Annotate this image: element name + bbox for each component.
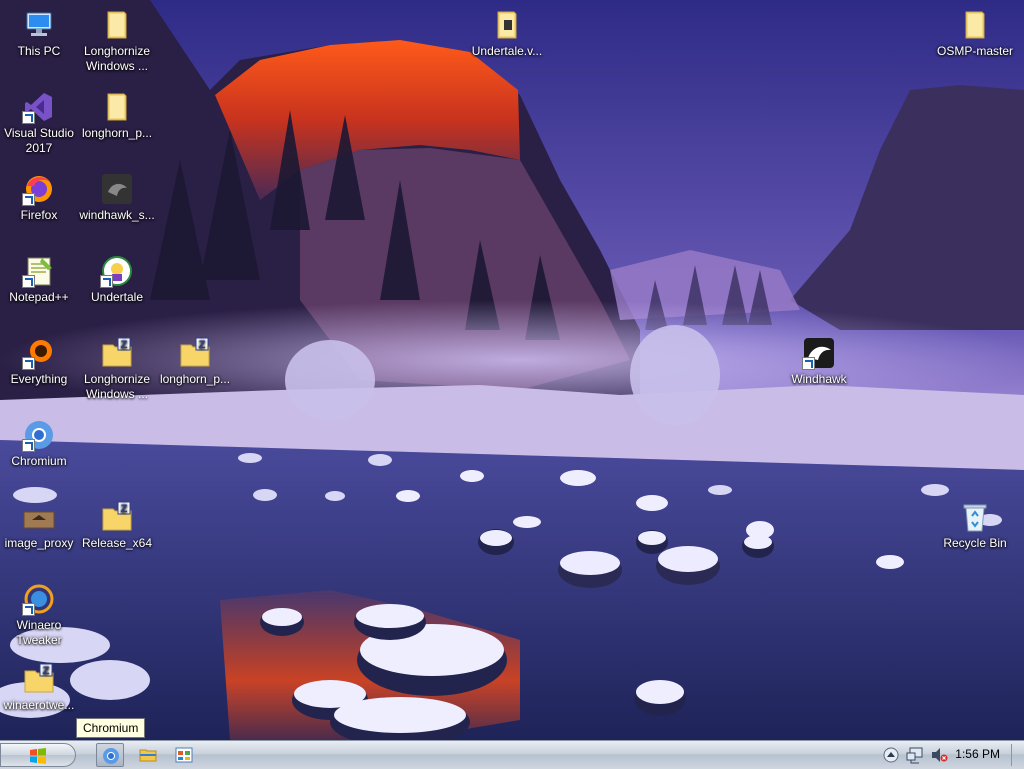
desktop-icon-image-proxy[interactable]: image_proxy — [0, 500, 78, 551]
image-file-icon — [23, 511, 55, 529]
shortcut-arrow-icon — [22, 275, 35, 288]
desktop-icon-label: This PC — [17, 44, 61, 58]
recycle-bin-icon — [963, 504, 987, 532]
desktop-icon-visual-studio[interactable]: Visual Studio 2017 — [0, 90, 78, 156]
folder-icon — [107, 11, 127, 39]
desktop-icon-chromium[interactable]: Chromium — [0, 418, 78, 469]
svg-text:Z: Z — [121, 339, 128, 351]
taskbar-button-chromium[interactable] — [96, 743, 124, 767]
control-panel-icon — [175, 747, 193, 763]
desktop-icon-label: longhorn_p... — [81, 126, 153, 140]
desktop-icon-longhornize-folder[interactable]: Longhornize Windows ... — [78, 8, 156, 74]
desktop-icon-this-pc[interactable]: This PC — [0, 8, 78, 59]
desktop-icon-winaerotweaker-zip[interactable]: Z winaerotwe... — [0, 662, 78, 713]
desktop-icon-longhorn-p-zip[interactable]: Z longhorn_p... — [156, 336, 234, 387]
desktop-icon-label: Undertale.v... — [471, 44, 543, 58]
taskbar: 1:56 PM — [0, 740, 1024, 769]
desktop-icon-longhornize-zip[interactable]: Z Longhornize Windows ... — [78, 336, 156, 402]
desktop-icon-label: Longhornize Windows ... — [83, 44, 151, 73]
folder-icon — [107, 93, 127, 121]
desktop-icon-everything[interactable]: Everything — [0, 336, 78, 387]
desktop-icon-label: Notepad++ — [9, 290, 69, 304]
image-file-icon — [102, 174, 132, 204]
zip-folder-icon: Z — [180, 337, 210, 367]
shortcut-arrow-icon — [22, 111, 35, 124]
show-desktop-button[interactable] — [1011, 744, 1022, 766]
file-explorer-icon — [139, 749, 157, 762]
taskbar-button-file-explorer[interactable] — [134, 743, 162, 767]
taskbar-button-control-panel[interactable] — [170, 743, 198, 767]
desktop-icon-winaero-tweaker[interactable]: Winaero Tweaker — [0, 582, 78, 648]
svg-text:Z: Z — [121, 503, 128, 515]
show-hidden-icons-icon[interactable] — [882, 746, 900, 764]
zip-folder-icon: Z — [102, 337, 132, 367]
desktop-icon-label: Winaero Tweaker — [16, 618, 62, 647]
desktop-icon-label: Longhornize Windows ... — [83, 372, 151, 401]
desktop-icon-label: winaerotwe... — [3, 698, 75, 712]
taskbar-clock[interactable]: 1:56 PM — [955, 747, 1000, 761]
desktop-icon-windhawk[interactable]: Windhawk — [780, 336, 858, 387]
desktop-icon-label: windhawk_s... — [79, 208, 155, 222]
shortcut-arrow-icon — [22, 603, 35, 616]
desktop-icon-label: Firefox — [20, 208, 58, 222]
desktop-icon-label: Chromium — [11, 454, 67, 468]
folder-icon — [497, 11, 517, 39]
desktop-icon-firefox[interactable]: Firefox — [0, 172, 78, 223]
folder-icon — [965, 11, 985, 39]
zip-folder-icon: Z — [102, 501, 132, 531]
desktop-icon-label: longhorn_p... — [159, 372, 231, 386]
windows-logo-icon — [30, 748, 46, 764]
desktop-icon-osmp-master[interactable]: OSMP-master — [936, 8, 1014, 59]
desktop-icon-undertale[interactable]: Undertale — [78, 254, 156, 305]
taskbar-tooltip: Chromium — [76, 718, 146, 738]
network-icon[interactable] — [906, 746, 924, 764]
system-tray: 1:56 PM — [864, 741, 1024, 769]
start-button[interactable] — [0, 743, 76, 767]
desktop-icon-windhawk-s-image[interactable]: windhawk_s... — [78, 172, 156, 223]
zip-folder-icon: Z — [24, 663, 54, 693]
shortcut-arrow-icon — [22, 439, 35, 452]
chromium-icon — [103, 748, 119, 764]
desktop-icon-undertale-folder[interactable]: Undertale.v... — [468, 8, 546, 59]
desktop-icon-notepad-plus-plus[interactable]: Notepad++ — [0, 254, 78, 305]
svg-text:Z: Z — [43, 665, 50, 677]
desktop-icon-label: Windhawk — [791, 372, 847, 386]
svg-text:Z: Z — [199, 339, 206, 351]
desktop-icon-label: image_proxy — [4, 536, 74, 550]
desktop-icon-longhorn-p-folder[interactable]: longhorn_p... — [78, 90, 156, 141]
desktop-icon-label: Visual Studio 2017 — [4, 126, 74, 155]
volume-muted-icon[interactable] — [930, 746, 948, 764]
shortcut-arrow-icon — [802, 357, 815, 370]
desktop-icon-label: Everything — [10, 372, 68, 386]
desktop-icon-release-x64[interactable]: Z Release_x64 — [78, 500, 156, 551]
desktop-icon-label: Recycle Bin — [943, 536, 1007, 550]
shortcut-arrow-icon — [22, 193, 35, 206]
computer-icon — [26, 12, 52, 36]
shortcut-arrow-icon — [100, 275, 113, 288]
desktop-icon-label: OSMP-master — [936, 44, 1013, 58]
shortcut-arrow-icon — [22, 357, 35, 370]
desktop-icon-label: Undertale — [90, 290, 144, 304]
desktop-icon-label: Release_x64 — [81, 536, 153, 550]
desktop-icon-recycle-bin[interactable]: Recycle Bin — [936, 500, 1014, 551]
